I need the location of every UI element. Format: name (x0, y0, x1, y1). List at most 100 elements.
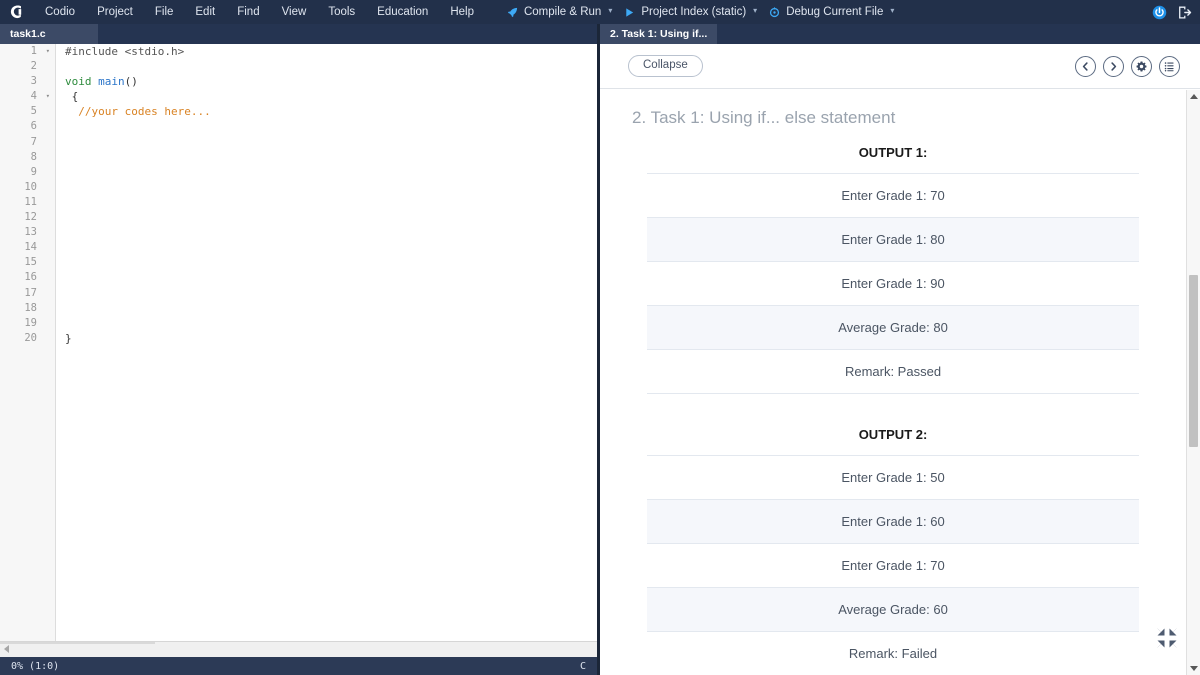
code-fold-toggle-icon[interactable]: ▾ (46, 44, 50, 59)
compress-panel-icon[interactable] (1154, 625, 1180, 651)
scroll-up-arrow-icon[interactable] (1190, 94, 1198, 99)
gutter-line-7[interactable]: 7 (0, 135, 55, 150)
output-cell: Average Grade: 60 (647, 588, 1139, 632)
gutter-line-6[interactable]: 6 (0, 119, 55, 134)
table-of-contents-icon[interactable] (1159, 56, 1180, 77)
chevron-down-icon[interactable]: ▾ (890, 7, 894, 15)
output-cell: Enter Grade 1: 60 (647, 500, 1139, 544)
menu-education[interactable]: Education (366, 0, 439, 24)
compile-and-run-button[interactable]: Compile & Run ▾ (499, 0, 616, 24)
code-line-10[interactable] (65, 180, 597, 195)
collapse-button[interactable]: Collapse (628, 55, 703, 78)
gutter-line-1[interactable]: 1▾ (0, 44, 55, 59)
top-menu-bar: Codio Project File Edit Find View Tools … (0, 0, 1200, 24)
menubar-right-actions (1152, 0, 1192, 24)
gutter-line-18[interactable]: 18 (0, 301, 55, 316)
menu-project[interactable]: Project (86, 0, 144, 24)
code-line-15[interactable] (65, 255, 597, 270)
code-line-11[interactable] (65, 195, 597, 210)
guide-content: 2. Task 1: Using if... else statement OU… (600, 90, 1186, 675)
editor-horizontal-scrollbar[interactable] (0, 641, 597, 657)
gutter-line-11[interactable]: 11 (0, 195, 55, 210)
gutter-line-17[interactable]: 17 (0, 286, 55, 301)
gutter-line-12[interactable]: 12 (0, 210, 55, 225)
menu-codio[interactable]: Codio (34, 0, 86, 24)
code-token: } (65, 332, 72, 345)
power-icon[interactable] (1152, 5, 1167, 20)
code-line-19[interactable] (65, 316, 597, 331)
code-line-17[interactable] (65, 286, 597, 301)
logout-icon[interactable] (1177, 5, 1192, 20)
menu-file[interactable]: File (144, 0, 185, 24)
project-index-button[interactable]: Project Index (static) ▾ (616, 0, 761, 24)
code-line-1[interactable]: #include <stdio.h> (65, 44, 597, 59)
guide-tab-task1[interactable]: 2. Task 1: Using if... (600, 24, 717, 44)
output-cell: Remark: Passed (647, 350, 1139, 394)
code-line-13[interactable] (65, 225, 597, 240)
menu-tools[interactable]: Tools (317, 0, 366, 24)
gear-icon[interactable] (1131, 56, 1152, 77)
code-text-area[interactable]: #include <stdio.h> void main() { //your … (56, 44, 597, 661)
code-line-5[interactable]: //your codes here... (65, 104, 597, 119)
table-row: Average Grade: 60 (647, 588, 1139, 632)
scroll-left-arrow-icon[interactable] (4, 645, 9, 653)
chevron-down-icon[interactable]: ▾ (608, 7, 612, 15)
scrollbar-thumb[interactable] (1189, 275, 1198, 447)
gutter-line-10[interactable]: 10 (0, 180, 55, 195)
code-token: () (125, 75, 138, 88)
previous-page-icon[interactable] (1075, 56, 1096, 77)
menu-find[interactable]: Find (226, 0, 270, 24)
menu-help[interactable]: Help (439, 0, 485, 24)
guide-tab-bar: 2. Task 1: Using if... (600, 24, 1200, 44)
gutter-line-19[interactable]: 19 (0, 316, 55, 331)
code-line-6[interactable] (65, 119, 597, 134)
menu-edit[interactable]: Edit (184, 0, 226, 24)
output-cell: Average Grade: 80 (647, 306, 1139, 350)
rocket-icon (507, 7, 518, 18)
gutter-line-14[interactable]: 14 (0, 240, 55, 255)
guide-vertical-scrollbar[interactable] (1186, 90, 1200, 675)
output-cell: Enter Grade 1: 70 (647, 544, 1139, 588)
table-row: Enter Grade 1: 70 (647, 174, 1139, 218)
gutter-line-3[interactable]: 3 (0, 74, 55, 89)
editor-body[interactable]: 1▾234▾567891011121314151617181920 #inclu… (0, 44, 597, 661)
code-editor-pane: task1.c 1▾234▾56789101112131415161718192… (0, 24, 597, 675)
gutter-line-9[interactable]: 9 (0, 165, 55, 180)
code-line-2[interactable] (65, 59, 597, 74)
code-line-7[interactable] (65, 135, 597, 150)
play-icon (624, 7, 635, 18)
scroll-down-arrow-icon[interactable] (1190, 666, 1198, 671)
code-line-16[interactable] (65, 270, 597, 285)
language-mode-status[interactable]: C (580, 661, 586, 672)
code-line-20[interactable]: } (65, 331, 597, 346)
debug-current-file-button[interactable]: Debug Current File ▾ (761, 0, 898, 24)
gutter-line-20[interactable]: 20 (0, 331, 55, 346)
editor-tab-bar: task1.c (0, 24, 597, 44)
editor-tab-task1c[interactable]: task1.c (0, 24, 98, 44)
code-line-9[interactable] (65, 165, 597, 180)
menu-view[interactable]: View (271, 0, 318, 24)
code-line-14[interactable] (65, 240, 597, 255)
code-line-3[interactable]: void main() (65, 74, 597, 89)
code-line-8[interactable] (65, 150, 597, 165)
gutter-line-4[interactable]: 4▾ (0, 89, 55, 104)
gutter-line-2[interactable]: 2 (0, 59, 55, 74)
codio-logo[interactable] (0, 4, 34, 20)
cursor-position-status: 0% (1:0) (11, 661, 59, 672)
code-fold-toggle-icon[interactable]: ▾ (46, 89, 50, 104)
next-page-icon[interactable] (1103, 56, 1124, 77)
code-token: //your codes here... (65, 105, 211, 118)
code-line-12[interactable] (65, 210, 597, 225)
output-heading: OUTPUT 1: (600, 128, 1186, 173)
gutter-line-15[interactable]: 15 (0, 255, 55, 270)
code-token: main (98, 75, 125, 88)
chevron-down-icon[interactable]: ▾ (753, 7, 757, 15)
gutter-line-8[interactable]: 8 (0, 150, 55, 165)
code-line-4[interactable]: { (65, 89, 597, 104)
gutter-line-16[interactable]: 16 (0, 270, 55, 285)
table-row: Enter Grade 1: 50 (647, 456, 1139, 500)
debug-icon (769, 7, 780, 18)
gutter-line-13[interactable]: 13 (0, 225, 55, 240)
gutter-line-5[interactable]: 5 (0, 104, 55, 119)
code-line-18[interactable] (65, 301, 597, 316)
